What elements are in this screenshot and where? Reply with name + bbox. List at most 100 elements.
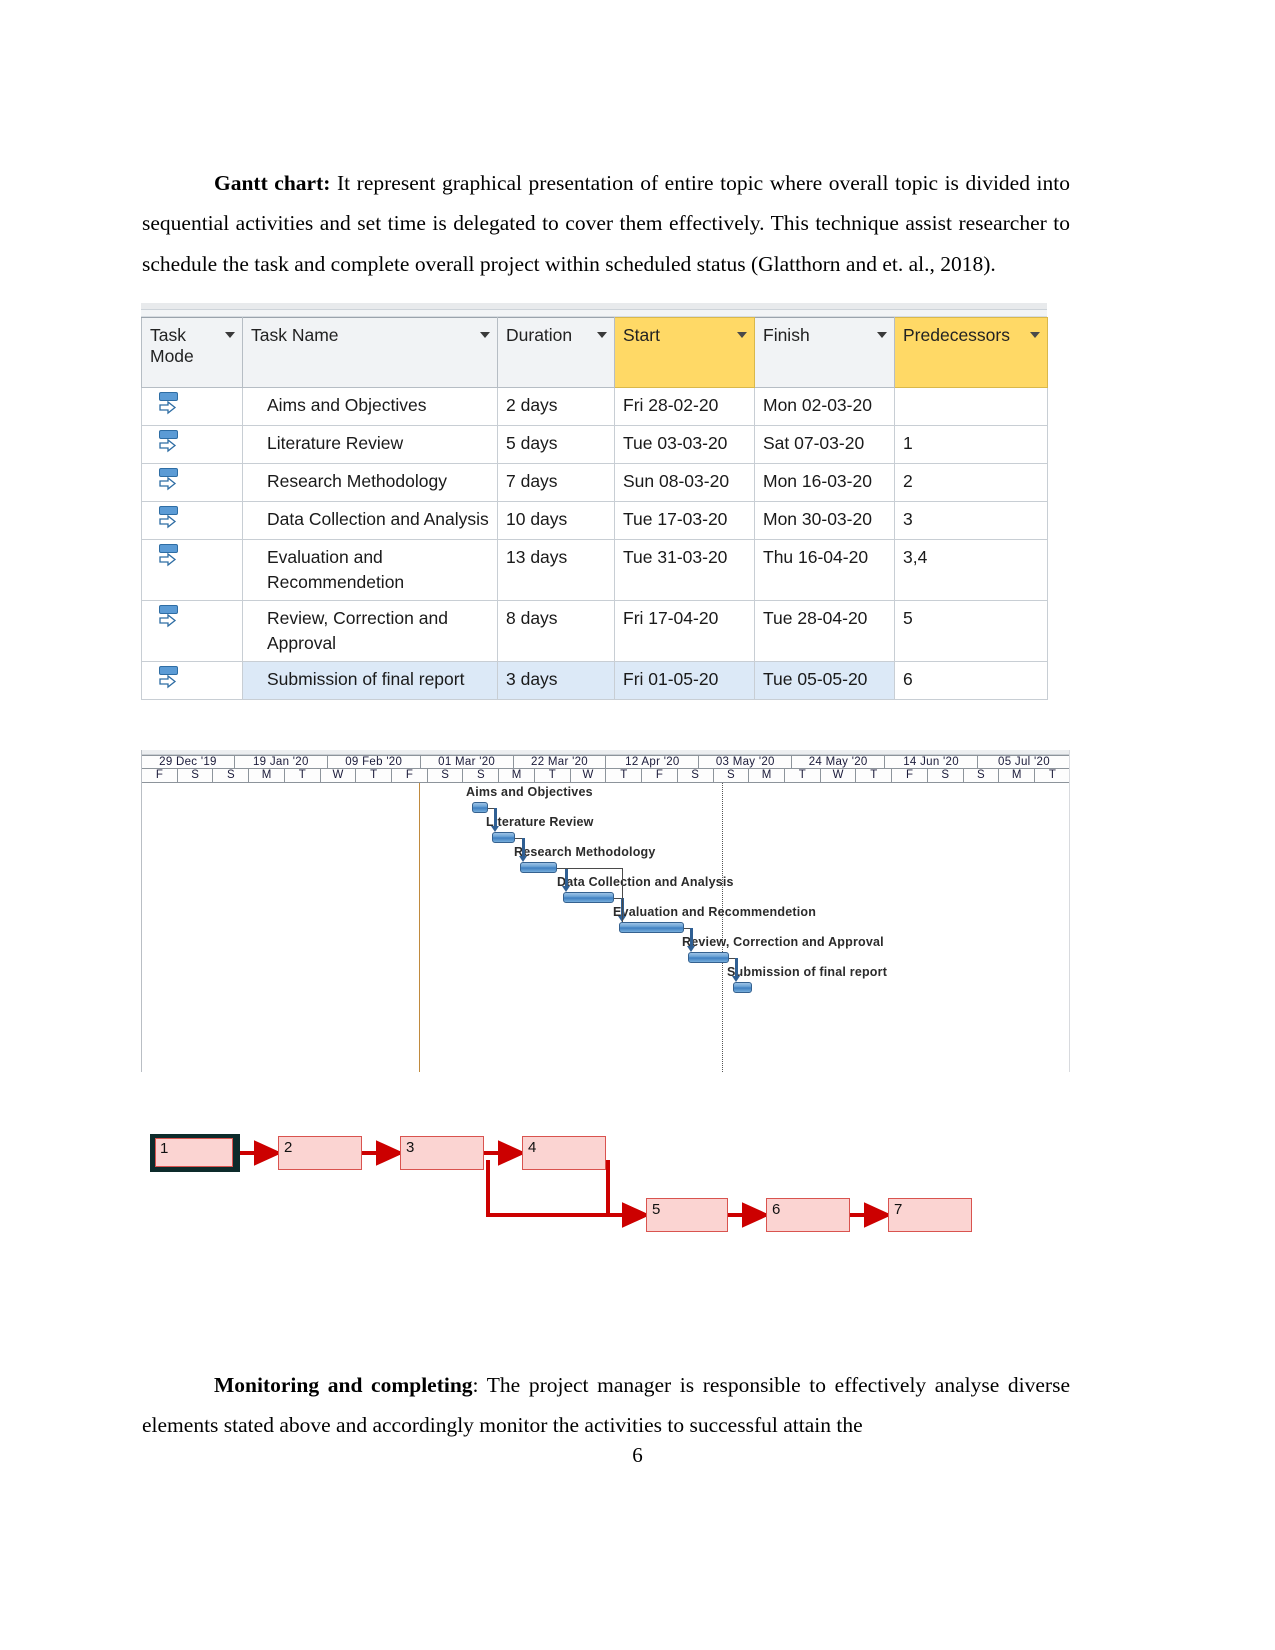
gantt-task-label: Literature Review — [486, 815, 594, 829]
pert-node-6[interactable]: 6 — [766, 1198, 850, 1232]
pert-node-label: 5 — [652, 1201, 661, 1218]
cell-finish[interactable]: Mon 16-03-20 — [754, 463, 895, 502]
pert-node-label: 2 — [284, 1139, 293, 1156]
cell-predecessors[interactable] — [894, 387, 1048, 426]
table-row[interactable]: Review, Correction and Approval 8 days Fri… — [141, 600, 1048, 662]
column-header-task-name[interactable]: Task Name — [242, 317, 498, 388]
gantt-day-label: S — [427, 769, 464, 783]
cell-predecessors[interactable]: 6 — [894, 661, 1048, 700]
gantt-task-bar[interactable] — [520, 862, 557, 873]
column-header-start-label: Start — [623, 325, 660, 345]
chevron-down-icon[interactable] — [737, 332, 747, 338]
gantt-week-label: 24 May '20 — [792, 755, 886, 769]
gantt-week-label: 12 Apr '20 — [606, 755, 700, 769]
pert-node-7[interactable]: 7 — [888, 1198, 972, 1232]
cell-predecessors[interactable]: 3 — [894, 501, 1048, 540]
cell-duration[interactable]: 10 days — [497, 501, 615, 540]
gantt-week-label: 09 Feb '20 — [327, 755, 421, 769]
cell-finish[interactable]: Thu 16-04-20 — [754, 539, 895, 601]
pert-node-3[interactable]: 3 — [400, 1136, 484, 1170]
cell-task-mode[interactable] — [141, 600, 243, 662]
gantt-task-label: Submission of final report — [727, 965, 888, 979]
column-header-finish[interactable]: Finish — [754, 317, 895, 388]
table-row[interactable]: Data Collection and Analysis 10 days Tue 1… — [141, 501, 1048, 540]
column-header-task-mode[interactable]: Task Mode — [141, 317, 243, 388]
gantt-day-label: M — [499, 769, 535, 783]
chevron-down-icon[interactable] — [1030, 332, 1040, 338]
gantt-week-label: 19 Jan '20 — [234, 755, 328, 769]
pert-node-1[interactable]: 1 — [150, 1134, 240, 1172]
cell-start[interactable]: Tue 31-03-20 — [614, 539, 755, 601]
cell-start[interactable]: Fri 01-05-20 — [614, 661, 755, 700]
cell-duration[interactable]: 2 days — [497, 387, 615, 426]
monitoring-lead-in: Monitoring and completing — [214, 1372, 473, 1397]
gantt-task-bar[interactable] — [563, 892, 614, 903]
cell-task-mode[interactable] — [141, 661, 243, 700]
cell-duration[interactable]: 13 days — [497, 539, 615, 601]
cell-start[interactable]: Tue 03-03-20 — [614, 425, 755, 464]
gantt-task-bar[interactable] — [619, 922, 684, 933]
gantt-dependency-vertical — [494, 808, 497, 827]
chevron-down-icon[interactable] — [225, 332, 235, 338]
table-row[interactable]: Submission of final report 3 days Fri 01-0… — [141, 661, 1048, 700]
gantt-task-bar[interactable] — [492, 832, 515, 843]
pert-node-4[interactable]: 4 — [522, 1136, 606, 1170]
cell-task-name[interactable]: Review, Correction and Approval — [242, 600, 498, 662]
cell-duration[interactable]: 7 days — [497, 463, 615, 502]
cell-task-name[interactable]: Literature Review — [242, 425, 498, 464]
gantt-task-bar[interactable] — [472, 802, 488, 813]
table-row[interactable]: Aims and Objectives 2 days Fri 28-02-20 Mon… — [141, 387, 1048, 426]
column-header-finish-label: Finish — [763, 325, 810, 345]
table-row[interactable]: Literature Review 5 days Tue 03-03-20 Sat 0… — [141, 425, 1048, 464]
cell-finish[interactable]: Sat 07-03-20 — [754, 425, 895, 464]
cell-duration[interactable]: 3 days — [497, 661, 615, 700]
gantt-day-label: M — [249, 769, 285, 783]
cell-duration[interactable]: 8 days — [497, 600, 615, 662]
gantt-task-bar[interactable] — [688, 952, 729, 963]
cell-finish[interactable]: Tue 05-05-20 — [754, 661, 895, 700]
cell-finish[interactable]: Mon 02-03-20 — [754, 387, 895, 426]
chevron-down-icon[interactable] — [480, 332, 490, 338]
cell-predecessors[interactable]: 3,4 — [894, 539, 1048, 601]
gantt-day-label: F — [142, 769, 178, 783]
cell-start[interactable]: Fri 28-02-20 — [614, 387, 755, 426]
chevron-down-icon[interactable] — [877, 332, 887, 338]
cell-start[interactable]: Sun 08-03-20 — [614, 463, 755, 502]
column-header-duration[interactable]: Duration — [497, 317, 615, 388]
chevron-down-icon[interactable] — [597, 332, 607, 338]
manual-task-mode-icon — [158, 505, 180, 531]
cell-task-name[interactable]: Submission of final report — [242, 661, 498, 700]
cell-predecessors[interactable]: 1 — [894, 425, 1048, 464]
table-row[interactable]: Research Methodology 7 days Sun 08-03-20 Mo… — [141, 463, 1048, 502]
cell-duration[interactable]: 5 days — [497, 425, 615, 464]
column-header-duration-label: Duration — [506, 325, 573, 345]
cell-task-name[interactable]: Data Collection and Analysis — [242, 501, 498, 540]
cell-start[interactable]: Tue 17-03-20 — [614, 501, 755, 540]
cell-task-mode[interactable] — [141, 501, 243, 540]
column-header-predecessors[interactable]: Predecessors — [894, 317, 1048, 388]
cell-task-name[interactable]: Evaluation and Recommendetion — [242, 539, 498, 601]
column-header-start[interactable]: Start — [614, 317, 755, 388]
cell-predecessors[interactable]: 2 — [894, 463, 1048, 502]
cell-start[interactable]: Fri 17-04-20 — [614, 600, 755, 662]
gantt-today-line — [419, 783, 420, 1072]
task-mode-arrow-glyph — [159, 613, 177, 628]
gantt-task-bar[interactable] — [733, 982, 752, 993]
cell-finish[interactable]: Tue 28-04-20 — [754, 600, 895, 662]
cell-task-mode[interactable] — [141, 425, 243, 464]
gantt-day-label: M — [999, 769, 1035, 783]
cell-task-mode[interactable] — [141, 463, 243, 502]
gantt-day-label: S — [713, 769, 750, 783]
pert-node-5[interactable]: 5 — [646, 1198, 728, 1232]
cell-task-mode[interactable] — [141, 539, 243, 601]
gantt-task-label: Aims and Objectives — [466, 785, 593, 799]
pert-node-2[interactable]: 2 — [278, 1136, 362, 1170]
cell-task-mode[interactable] — [141, 387, 243, 426]
task-mode-arrow-glyph — [159, 438, 177, 453]
table-row[interactable]: Evaluation and Recommendetion 13 days Tue … — [141, 539, 1048, 601]
cell-predecessors[interactable]: 5 — [894, 600, 1048, 662]
cell-finish[interactable]: Mon 30-03-20 — [754, 501, 895, 540]
cell-task-name[interactable]: Aims and Objectives — [242, 387, 498, 426]
cell-task-name[interactable]: Research Methodology — [242, 463, 498, 502]
gantt-dependency-vertical — [522, 838, 525, 857]
